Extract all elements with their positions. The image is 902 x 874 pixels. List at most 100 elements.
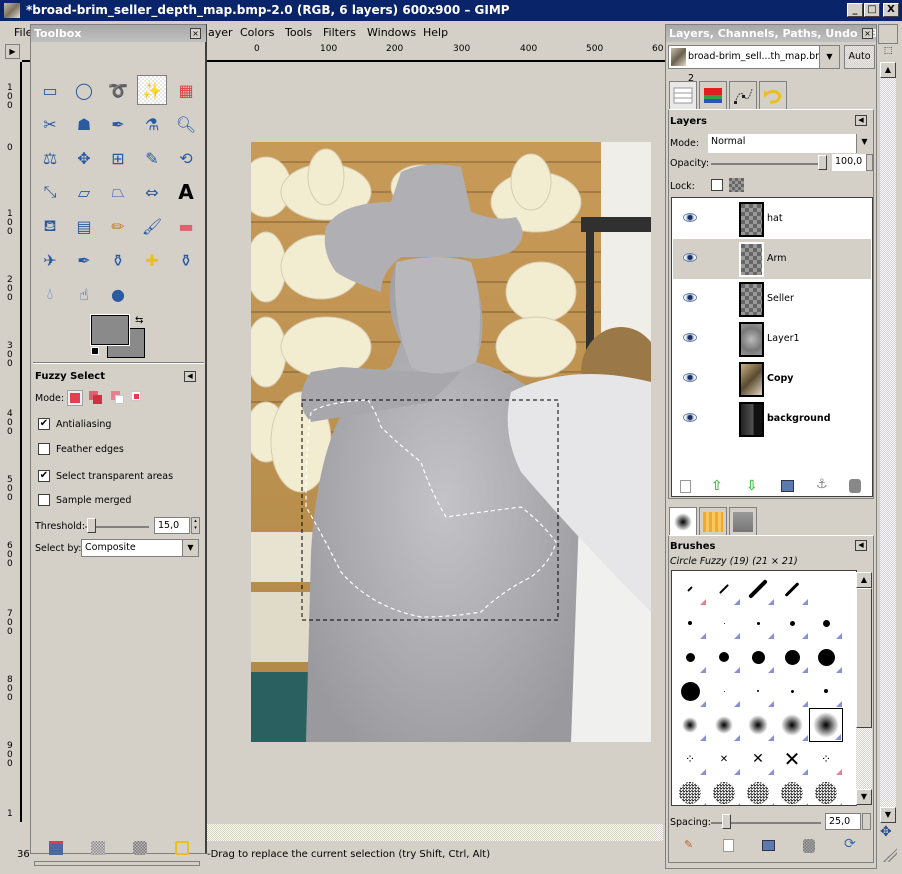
layer-name[interactable]: Copy <box>767 373 794 384</box>
antialiasing-checkbox[interactable]: ✔ <box>38 418 50 430</box>
brush-item[interactable] <box>707 708 741 742</box>
tool-ellipse-select[interactable]: ◯ <box>69 75 99 105</box>
threshold-slider-thumb[interactable] <box>87 518 96 533</box>
tool-perspective[interactable]: ⏢ <box>103 177 133 207</box>
tool-clone[interactable]: ⚱ <box>103 245 133 275</box>
eye-icon[interactable] <box>683 213 697 222</box>
spacing-slider-thumb[interactable] <box>722 814 731 829</box>
swap-colors-icon[interactable]: ⇆ <box>135 315 143 326</box>
brush-item[interactable]: ✕ <box>775 742 809 776</box>
brush-item[interactable] <box>809 776 843 805</box>
brush-item[interactable] <box>707 572 741 606</box>
canvas-scroll-down-button[interactable]: ▼ <box>880 807 896 823</box>
layer-name[interactable]: Seller <box>767 293 794 304</box>
tool-paths[interactable]: ✒ <box>103 109 133 139</box>
brush-item[interactable]: ⁘ <box>809 742 843 776</box>
chevron-down-icon[interactable]: ▼ <box>819 46 839 68</box>
layer-row[interactable]: Copy <box>673 359 871 399</box>
spacing-spinner[interactable] <box>862 813 871 830</box>
menu-tools[interactable]: Tools <box>285 26 312 39</box>
lower-layer-icon[interactable]: ⇩ <box>746 478 758 494</box>
duplicate-brush-icon[interactable] <box>762 840 775 851</box>
layer-row[interactable]: Seller <box>673 279 871 319</box>
spacing-input[interactable]: 25,0 <box>825 813 861 830</box>
tool-select-by-color[interactable]: ▦ <box>171 75 201 105</box>
tool-crop[interactable]: ✎ <box>137 143 167 173</box>
chevron-down-icon[interactable]: ▼ <box>856 134 872 153</box>
canvas-scroll-up-button[interactable]: ▲ <box>880 62 896 78</box>
brush-item[interactable] <box>673 572 707 606</box>
tool-shear[interactable]: ▱ <box>69 177 99 207</box>
mode-add-button[interactable] <box>89 391 103 405</box>
brush-item[interactable] <box>775 572 809 606</box>
minimize-button[interactable]: _ <box>847 3 863 17</box>
threshold-input[interactable]: 15,0 <box>154 517 190 534</box>
opacity-slider-track[interactable] <box>711 163 826 165</box>
dock-close-button[interactable]: × <box>862 28 873 39</box>
layer-row[interactable]: background <box>673 399 871 439</box>
refresh-brushes-icon[interactable]: ⟳ <box>844 836 856 852</box>
brush-item[interactable] <box>775 776 809 805</box>
lock-alpha-icon[interactable] <box>729 178 744 192</box>
brush-item[interactable]: ✕ <box>741 742 775 776</box>
brush-item[interactable] <box>741 572 775 606</box>
toolbox-title-bar[interactable]: Toolbox <box>31 25 206 42</box>
brush-item[interactable] <box>809 606 843 640</box>
brush-item[interactable] <box>809 572 843 606</box>
brush-item[interactable] <box>775 708 809 742</box>
delete-options-icon[interactable] <box>133 841 147 855</box>
brushes-scroll-thumb[interactable] <box>856 588 872 728</box>
mode-subtract-button[interactable] <box>111 391 125 405</box>
layer-row[interactable]: Arm <box>673 239 871 279</box>
tool-blend[interactable]: ▤ <box>69 211 99 241</box>
brush-item[interactable] <box>741 708 775 742</box>
tool-pencil[interactable]: ✏ <box>103 211 133 241</box>
sample-merged-checkbox[interactable] <box>38 494 50 506</box>
tool-fuzzy-select[interactable]: ✨ <box>137 75 167 105</box>
dock-title-bar[interactable]: Layers, Channels, Paths, Undo - B... <box>666 25 876 42</box>
brush-item[interactable] <box>775 606 809 640</box>
toolbox-scrollbar[interactable] <box>34 861 200 866</box>
tool-align[interactable]: ⊞ <box>103 143 133 173</box>
mode-replace-button[interactable] <box>67 390 83 406</box>
layer-name[interactable]: background <box>767 413 831 424</box>
raise-layer-icon[interactable]: ⇧ <box>711 478 723 494</box>
brush-item[interactable] <box>707 606 741 640</box>
feather-edges-checkbox[interactable] <box>38 443 50 455</box>
vertical-scrollbar[interactable] <box>880 62 896 807</box>
menu-colors[interactable]: Colors <box>240 26 274 39</box>
brushes-menu-button[interactable]: ◀ <box>855 540 867 551</box>
tool-blur[interactable]: 💧︎ <box>35 279 65 309</box>
select-by-dropdown[interactable]: Composite ▼ <box>81 539 199 557</box>
opacity-input[interactable]: 100,0 <box>832 154 866 171</box>
menu-help[interactable]: Help <box>423 26 448 39</box>
brush-item[interactable] <box>741 776 775 805</box>
reset-options-icon[interactable] <box>175 841 189 855</box>
tool-paintbrush[interactable]: 🖌︎ <box>137 211 167 241</box>
resize-window-toggle[interactable] <box>878 24 898 44</box>
tool-scale[interactable]: ⤡ <box>35 177 65 207</box>
tool-text[interactable]: A <box>171 177 201 207</box>
brush-item[interactable] <box>775 640 809 674</box>
tab-undo[interactable] <box>759 81 787 109</box>
brush-item[interactable] <box>741 640 775 674</box>
tool-airbrush[interactable]: ✈ <box>35 245 65 275</box>
brush-item[interactable] <box>673 640 707 674</box>
auto-button[interactable]: Auto <box>844 45 875 69</box>
brush-item[interactable] <box>707 640 741 674</box>
menu-filters[interactable]: Filters <box>323 26 356 39</box>
layers-menu-button[interactable]: ◀ <box>855 115 867 126</box>
brush-item[interactable] <box>809 640 843 674</box>
layer-mode-dropdown[interactable]: Normal ▼ <box>708 134 872 153</box>
brush-item[interactable] <box>673 606 707 640</box>
layer-name[interactable]: hat <box>767 213 783 224</box>
brush-item[interactable] <box>673 776 707 805</box>
layer-name[interactable]: Layer1 <box>767 333 800 344</box>
restore-options-icon[interactable] <box>91 841 105 855</box>
layer-row[interactable]: hat <box>673 199 871 239</box>
zoom-level[interactable]: 36 <box>17 849 30 860</box>
tool-zoom[interactable]: 🔍︎ <box>171 109 201 139</box>
resize-grip-icon[interactable] <box>883 848 897 862</box>
tool-eraser[interactable]: ▬ <box>171 211 201 241</box>
save-options-icon[interactable] <box>49 841 63 855</box>
